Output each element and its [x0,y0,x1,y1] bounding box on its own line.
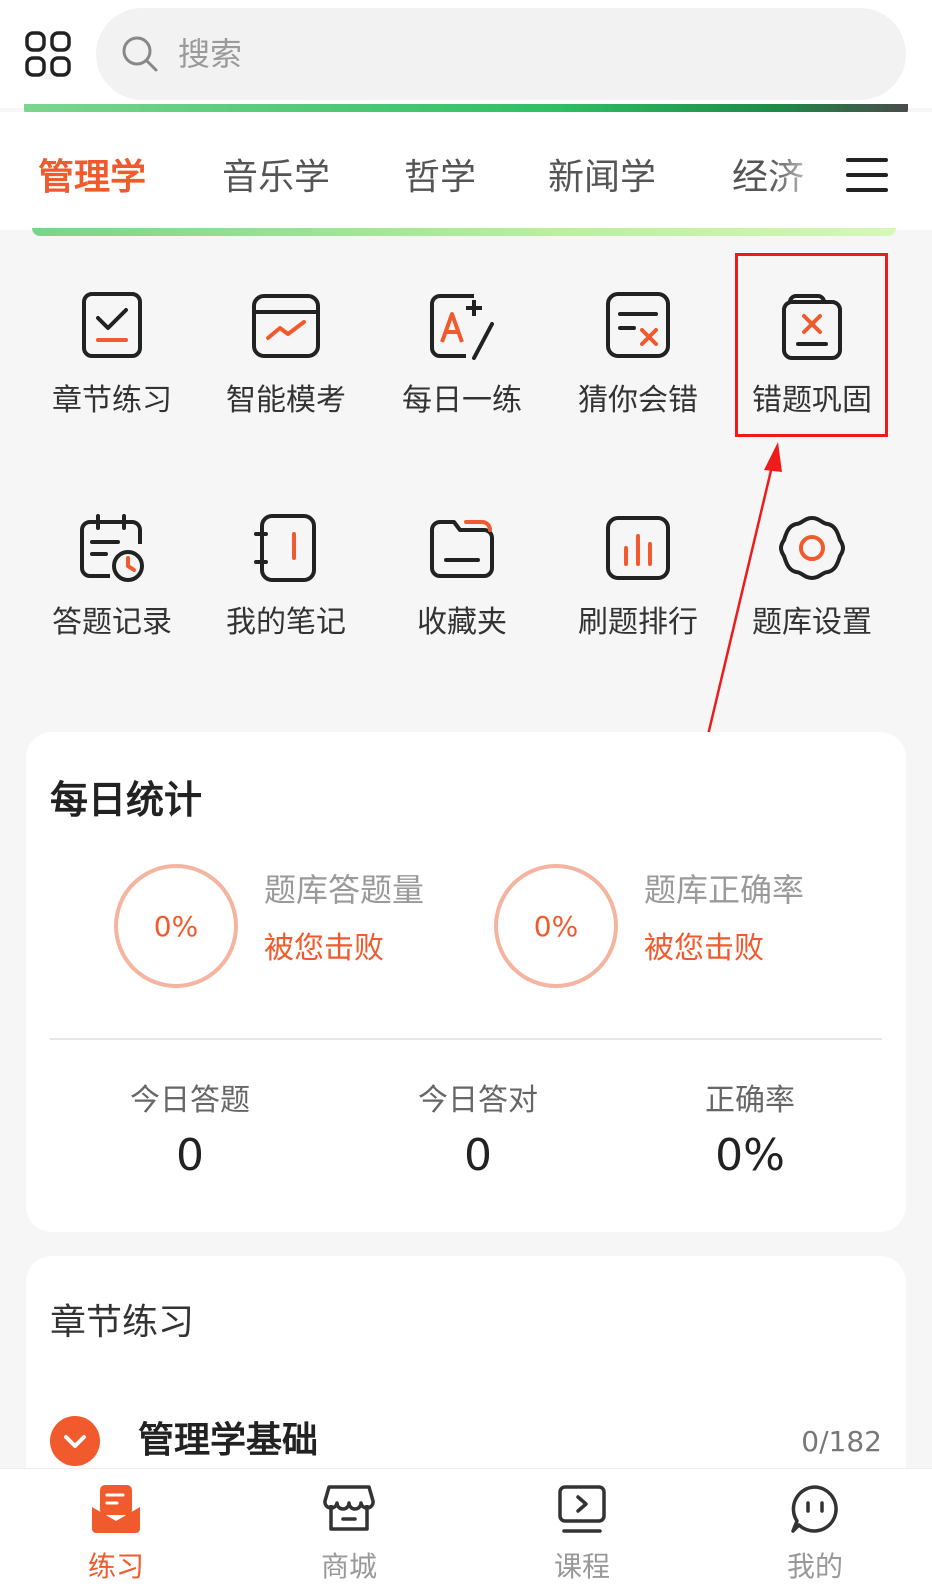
feature-my-notes[interactable]: 我的笔记 [198,512,374,682]
chat-face-icon [791,1485,838,1533]
bottom-nav: 练习 商城 课程 我的 [0,1468,932,1596]
feature-label: 收藏夹 [417,605,507,640]
chapter-section-title: 章节练习 [50,1302,195,1343]
feature-favorites[interactable]: 收藏夹 [374,512,550,682]
feature-guess-mistakes[interactable]: 猜你会错 [550,290,726,460]
feature-bank-settings[interactable]: 题库设置 [724,512,900,682]
answer-volume-beat: 被您击败 [264,931,384,966]
a-plus-pen-icon [430,294,494,360]
nav-mine[interactable]: 我的 [699,1469,931,1596]
doc-x-icon [606,292,670,358]
tab-fade [770,112,830,230]
tab-journalism[interactable]: 新闻学 [548,156,656,200]
nav-shop[interactable]: 商城 [233,1469,465,1596]
nav-label: 课程 [553,1550,610,1583]
calendar-clock-icon [80,514,144,582]
chevron-down-icon [64,1435,86,1448]
feature-label: 智能模考 [226,383,346,418]
metric-value: 0 [176,1130,204,1181]
metric-accuracy: 正确率 0% [630,1082,870,1184]
metric-value: 0% [715,1130,785,1181]
search-bar[interactable]: 搜索 [96,8,906,100]
metric-label: 今日答题 [130,1083,250,1118]
search-icon [122,36,158,72]
accuracy-beat: 被您击败 [644,931,764,966]
feature-label: 每日一练 [402,383,522,418]
feature-label: 章节练习 [52,383,172,418]
notebook-icon [254,514,316,582]
metric-today-correct: 今日答对 0 [358,1082,598,1184]
expand-chevron-button[interactable] [50,1416,100,1466]
nav-practice[interactable]: 练习 [0,1469,232,1596]
practice-icon [92,1485,140,1533]
tab-philosophy[interactable]: 哲学 [404,156,476,200]
chapter-progress: 0/182 [801,1425,882,1458]
metric-today-answered: 今日答题 0 [70,1082,310,1184]
annotation-highlight-box [735,253,888,437]
accuracy-label: 题库正确率 [644,871,805,909]
apps-grid-icon[interactable] [24,30,72,78]
tab-management[interactable]: 管理学 [38,156,146,200]
folder-icon [430,520,494,578]
top-bar: 搜索 [0,0,932,108]
shop-icon [323,1485,375,1531]
accuracy-ring: 0% [494,864,618,988]
tab-music[interactable]: 音乐学 [222,156,330,200]
feature-label: 刷题排行 [578,605,698,640]
trend-window-icon [252,294,320,358]
nav-label: 商城 [320,1550,377,1583]
chapter-name[interactable]: 管理学基础 [138,1418,318,1464]
bar-chart-icon [606,516,670,580]
feature-ranking[interactable]: 刷题排行 [550,512,726,682]
feature-label: 猜你会错 [578,383,698,418]
feature-answer-records[interactable]: 答题记录 [24,512,200,682]
metric-label: 今日答对 [418,1083,538,1118]
checklist-icon [82,292,142,358]
feature-chapter-practice[interactable]: 章节练习 [24,290,200,460]
stats-title: 每日统计 [50,778,203,822]
feature-label: 答题记录 [52,605,172,640]
feature-smart-mock-exam[interactable]: 智能模考 [198,290,374,460]
menu-icon[interactable] [844,152,890,198]
category-tabs: 管理学 音乐学 哲学 新闻学 经济 [0,112,932,230]
answer-volume-ring: 0% [114,864,238,988]
metric-label: 正确率 [705,1083,795,1118]
video-course-icon [558,1485,606,1533]
feature-label: 我的笔记 [226,605,346,640]
nav-courses[interactable]: 课程 [466,1469,698,1596]
answer-volume-label: 题库答题量 [264,871,425,909]
feature-label: 题库设置 [752,605,872,640]
metric-value: 0 [464,1130,492,1181]
search-placeholder: 搜索 [178,35,243,73]
nav-label: 我的 [786,1550,843,1583]
nav-label: 练习 [87,1550,144,1583]
stats-divider [50,1038,882,1040]
tabs-underline [32,228,896,236]
gear-icon [779,516,845,580]
daily-stats-card: 每日统计 0% 题库答题量 被您击败 0% 题库正确率 被您击败 今日答题 0 … [26,732,906,1232]
feature-daily-practice[interactable]: 每日一练 [374,290,550,460]
